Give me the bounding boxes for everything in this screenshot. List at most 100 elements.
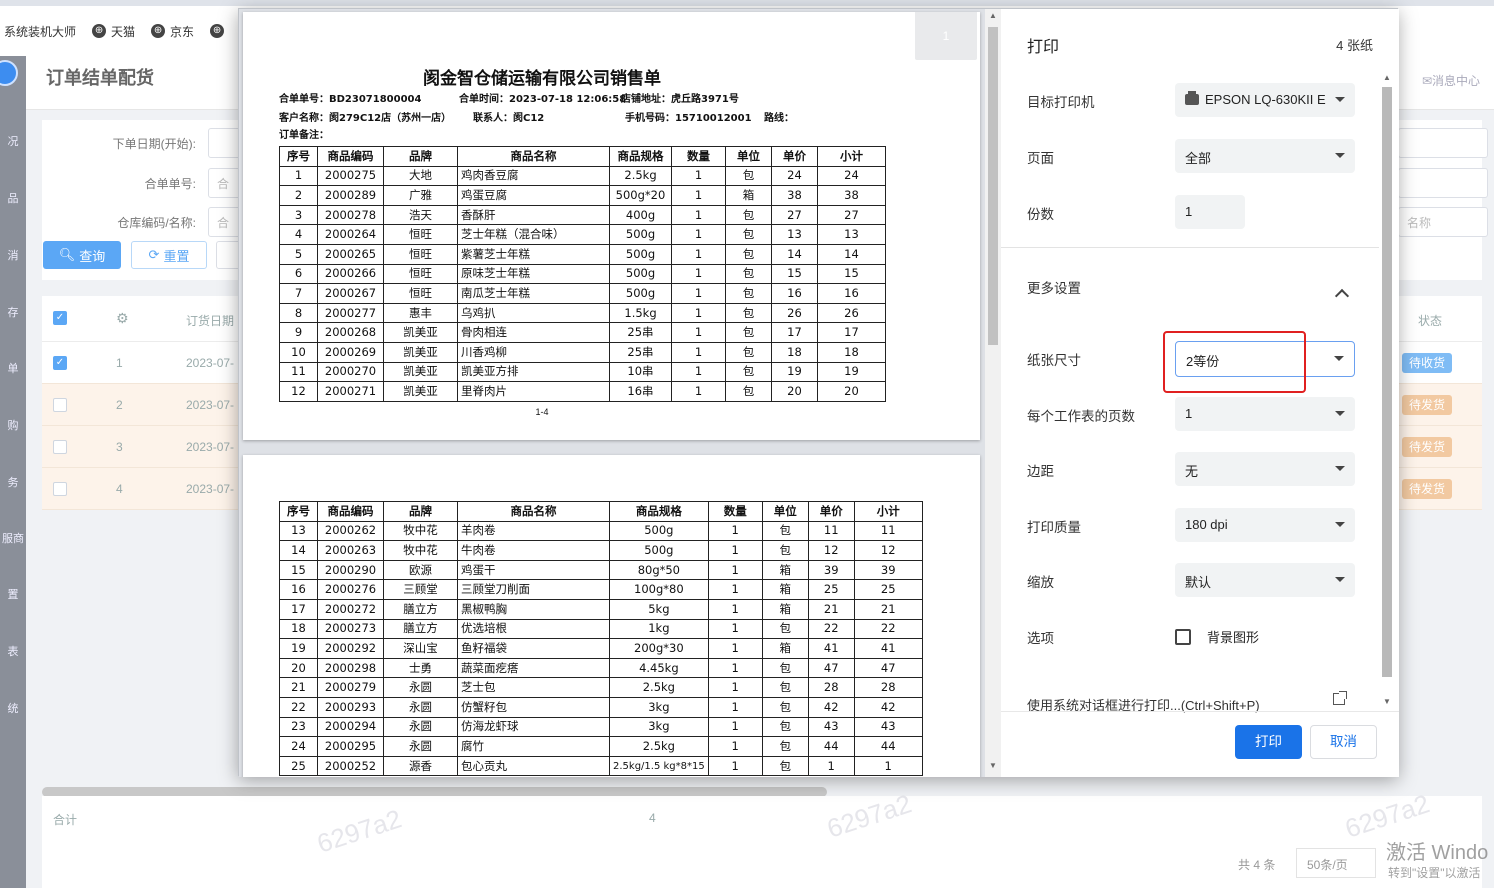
table-cell: 包 <box>725 263 772 285</box>
scroll-up-arrow[interactable]: ▲ <box>1382 73 1392 82</box>
background-graphics-label[interactable]: 背景图形 <box>1207 627 1259 646</box>
column-header: 小计 <box>817 146 886 167</box>
table-cell: 包 <box>761 520 809 542</box>
column-header: 品牌 <box>383 146 458 167</box>
table-cell: 包 <box>761 696 809 718</box>
table-cell: 2000263 <box>317 540 384 561</box>
table-cell: 腐竹 <box>457 736 610 757</box>
settings-scrollbar[interactable]: ▲ ▼ <box>1381 71 1393 711</box>
pages-per-sheet-select[interactable]: 1 <box>1175 397 1355 431</box>
order-no: 合单单号：BD23071800004 <box>279 94 422 105</box>
row-checkbox[interactable] <box>53 398 67 412</box>
table-cell: 南瓜芝士年糕 <box>457 283 610 304</box>
table-row: 15 2000290 欧源 鸡蛋干 80g*50 1 箱 39 39 <box>279 559 923 581</box>
nav-item[interactable]: 消 <box>0 250 26 263</box>
bookmark-1[interactable]: 系统装机大师 <box>4 23 76 40</box>
copies-input[interactable]: 1 <box>1175 195 1245 229</box>
bookmark-2[interactable]: ⊕ 天猫 <box>92 23 135 40</box>
more-settings-label[interactable]: 更多设置 <box>1027 277 1081 297</box>
order-no-label: 合单单号: <box>144 177 196 191</box>
bookmark-3[interactable]: ⊕ 京东 <box>151 23 194 40</box>
table-cell: 凯美亚 <box>383 322 458 343</box>
bookmark-4[interactable]: ⊕ <box>210 24 225 38</box>
table-cell: 1 <box>279 165 318 187</box>
table-cell: 2000264 <box>317 224 384 245</box>
column-header: 单位 <box>725 146 772 167</box>
nav-item[interactable]: 置 <box>0 589 26 602</box>
nav-item[interactable]: 务 <box>0 477 26 490</box>
nav-item[interactable]: 单 <box>0 363 26 376</box>
scroll-down-arrow[interactable]: ▼ <box>1382 697 1392 706</box>
table-cell: 38 <box>771 185 818 206</box>
table-cell: 1 <box>671 283 726 304</box>
table-cell: 100g*80 <box>609 579 709 600</box>
nav-item[interactable]: 况 <box>0 136 26 149</box>
scrollbar-thumb[interactable] <box>1382 87 1392 677</box>
table-cell: 20 <box>817 381 886 402</box>
nav-item[interactable]: 存 <box>0 307 26 320</box>
print-button[interactable]: 打印 <box>1235 725 1302 759</box>
status-header[interactable]: 状态 <box>1418 312 1442 329</box>
table-cell: 2000275 <box>317 165 384 187</box>
scroll-down-arrow[interactable]: ▼ <box>988 761 998 770</box>
table-cell: 1 <box>707 520 763 542</box>
printer-select[interactable]: EPSON LQ-630KII E <box>1175 83 1355 117</box>
select-all-checkbox[interactable]: ✓ <box>53 311 67 325</box>
table-cell: 27 <box>817 204 886 226</box>
table-cell: 1 <box>707 736 763 757</box>
table-cell: 11 <box>279 361 318 383</box>
row-checkbox[interactable] <box>53 440 67 454</box>
table-cell: 1 <box>707 559 763 581</box>
table-cell: 23 <box>279 716 318 738</box>
table-cell: 22 <box>853 618 923 640</box>
margin-select[interactable]: 无 <box>1175 452 1355 486</box>
table-row: 12 2000271 凯美亚 里脊肉片 16串 1 包 20 20 <box>279 381 886 402</box>
table-cell: 1 <box>671 322 726 343</box>
column-header: 数量 <box>671 146 726 167</box>
table-cell: 箱 <box>761 598 809 620</box>
table-cell: 1 <box>707 657 763 679</box>
scroll-up-arrow[interactable]: ▲ <box>988 11 998 20</box>
query-button[interactable]: 🔍︎ 查询 <box>43 241 121 269</box>
table-row: 11 2000270 凯美亚 凯美亚方排 10串 1 包 19 19 <box>279 361 886 383</box>
scrollbar-thumb[interactable] <box>988 27 998 345</box>
row-checkbox[interactable]: ✓ <box>53 356 67 370</box>
right-filter-input-3[interactable]: 名称 <box>1398 207 1488 237</box>
nav-item[interactable]: 服商 <box>0 533 26 546</box>
table-cell: 1 <box>671 381 726 402</box>
background-graphics-checkbox[interactable] <box>1175 629 1191 645</box>
nav-item[interactable]: 品 <box>0 193 26 206</box>
preview-scrollbar[interactable]: ▲ ▼ <box>985 9 1001 777</box>
quality-select[interactable]: 180 dpi <box>1175 508 1355 542</box>
chevron-up-icon[interactable] <box>1334 288 1350 304</box>
right-filter-input-2[interactable] <box>1398 168 1488 198</box>
cancel-button[interactable]: 取消 <box>1310 725 1377 759</box>
table-cell: 包 <box>761 618 809 640</box>
table-cell: 12 <box>853 540 923 561</box>
pages-select[interactable]: 全部 <box>1175 139 1355 173</box>
scale-select[interactable]: 默认 <box>1175 563 1355 597</box>
table-cell: 16 <box>771 283 818 304</box>
table-cell: 9 <box>279 322 318 343</box>
right-filter-input-1[interactable] <box>1398 128 1488 158</box>
page-size-select[interactable]: 50条/页 <box>1296 848 1376 878</box>
nav-item[interactable]: 统 <box>0 703 26 716</box>
message-center-link[interactable]: ✉消息中心 <box>1422 72 1480 89</box>
print-preview[interactable]: 阂金智仓储运输有限公司销售单 合单单号：BD23071800004 合单时间：2… <box>239 9 987 777</box>
avatar[interactable] <box>0 60 18 86</box>
phone: 手机号码：15710012001 <box>625 113 752 124</box>
nav-item[interactable]: 表 <box>0 646 26 659</box>
table-cell: 42 <box>807 696 855 718</box>
table-cell: 1 <box>707 755 763 777</box>
table-cell: 24 <box>817 165 886 187</box>
reset-button[interactable]: ⟳ 重置 <box>131 241 207 269</box>
settings-icon[interactable]: ⚙ <box>116 310 129 327</box>
open-external-icon[interactable] <box>1333 691 1347 705</box>
row-date: 2023-07- <box>186 398 235 412</box>
table-cell: 三顾堂刀削面 <box>457 579 610 600</box>
table-cell: 2000278 <box>317 204 384 226</box>
row-checkbox[interactable] <box>53 482 67 496</box>
table-cell: 2000294 <box>317 716 384 738</box>
nav-item[interactable]: 购 <box>0 420 26 433</box>
table-cell: 20 <box>771 381 818 402</box>
